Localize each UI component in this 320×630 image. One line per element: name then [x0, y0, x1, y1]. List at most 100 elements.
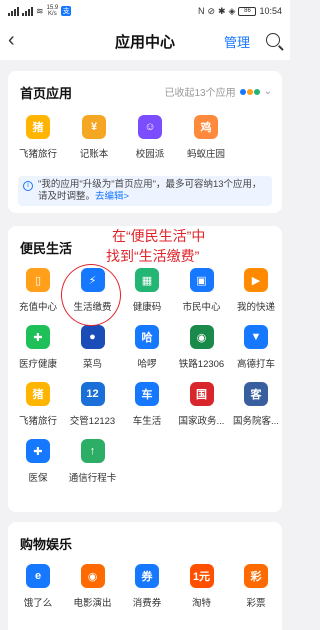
net-speed: 15.9 K/s: [46, 5, 59, 17]
app-label: 记账本: [79, 149, 109, 160]
chick-icon: 鸡: [194, 115, 218, 139]
collapsed-count: 已收起13个应用: [164, 88, 236, 99]
app-label: 蚂蚁庄园: [186, 149, 225, 160]
app-label: 交管12123: [69, 416, 116, 427]
app-label: 消费券: [132, 598, 162, 609]
app-label: 医疗健康: [18, 359, 57, 370]
collapsed-apps-toggle[interactable]: 已收起13个应用 ⌄: [164, 84, 272, 99]
app-item[interactable]: ▼ 高德打车: [228, 325, 284, 370]
app-label: 国家政务...: [178, 416, 225, 427]
app-label: 充值中心: [18, 302, 57, 313]
smile-icon: ☺: [138, 115, 162, 139]
railway-icon: ◉: [189, 325, 214, 349]
mute-icon: ⊘: [207, 5, 215, 16]
home-apps-card: 首页应用 已收起13个应用 ⌄ 猪飞猪旅行 ¥ 记账本 ☺ 校园派鸡蚂蚁庄园 i "我的…: [8, 71, 282, 213]
taote-icon: 1元: [189, 564, 214, 588]
chevron-down-icon: ⌄: [263, 86, 272, 97]
app-label: 电影演出: [73, 598, 112, 609]
app-item[interactable]: 车车生活: [119, 382, 175, 427]
app-item[interactable]: 国国家政务...: [174, 382, 230, 427]
app-item[interactable]: e 饿了么: [10, 564, 66, 609]
citizen-icon: ▣: [189, 268, 214, 292]
app-item[interactable]: 猪飞猪旅行: [10, 115, 66, 160]
app-item[interactable]: ▣ 市民中心: [174, 268, 230, 313]
app-item[interactable]: 哈哈啰: [119, 325, 175, 370]
app-item[interactable]: 彩彩票: [228, 564, 284, 609]
notice-text: "我的应用"升级为"首页应用"，最多可容纳13个应用，请及时调整。: [38, 179, 262, 202]
gov-icon: 国: [189, 382, 214, 406]
highlight-circle: [61, 264, 121, 326]
app-label: 彩票: [246, 598, 266, 609]
info-icon: i: [23, 181, 33, 191]
app-item[interactable]: ● 菜鸟: [65, 325, 121, 370]
header: ‹ 应用中心 管理: [0, 22, 290, 60]
shopping-card: 购物娱乐 e 饿了么 ◉ 电影演出券消费券 1元 淘特彩彩票: [8, 522, 282, 630]
battery-icon: 86: [238, 6, 257, 16]
app-item[interactable]: 1元淘特: [174, 564, 230, 609]
app-label: 车生活: [132, 416, 162, 427]
app-item[interactable]: ☺ 校园派: [122, 115, 178, 160]
app-item[interactable]: ¥ 记账本: [66, 115, 122, 160]
app-label: 飞猪旅行: [18, 416, 57, 427]
app-item[interactable]: 猪飞猪旅行: [10, 382, 66, 427]
insurance-icon: ✚: [26, 439, 50, 463]
traffic-icon: 12: [80, 382, 105, 406]
health-code-icon: ▦: [135, 268, 159, 292]
app-item[interactable]: 客国务院客...: [228, 382, 284, 427]
manage-button[interactable]: 管理: [224, 32, 250, 51]
app-label: 通信行程卡: [68, 473, 117, 484]
wifi-icon: ≋: [36, 5, 44, 16]
app-label: 健康码: [132, 302, 162, 313]
app-label: 国务院客...: [233, 416, 279, 427]
status-bar: ≋ 15.9 K/s 支 N ⊘ ✱ ◈ 86 10:54: [0, 0, 290, 22]
app-label: 高德打车: [236, 359, 275, 370]
app-item[interactable]: ◉ 电影演出: [65, 564, 121, 609]
convenience-card: 便民生活 ▯ 充值中心 ⚡ 生活缴费 ▦ 健康码 ▣ 市民中心 ▶ 我的快递 ✚ 医疗健康 ● 菜鸟哈哈啰…: [8, 226, 282, 512]
app-label: 校园派: [135, 149, 165, 160]
app-item[interactable]: 12 交管12123: [65, 382, 121, 427]
clock: 10:54: [259, 6, 282, 16]
amap-icon: ▼: [244, 325, 268, 349]
ledger-icon: ¥: [82, 115, 106, 139]
signal-icon: [8, 6, 19, 16]
app-label: 淘特: [191, 598, 211, 609]
app-label: 铁路12306: [178, 359, 225, 370]
car-icon: 车: [135, 382, 159, 406]
movie-icon: ◉: [80, 564, 105, 588]
app-item[interactable]: 鸡蚂蚁庄园: [178, 115, 234, 160]
search-icon[interactable]: [266, 33, 280, 47]
app-label: 飞猪旅行: [18, 149, 57, 160]
medical-icon: ✚: [26, 325, 50, 349]
app-item[interactable]: ◉ 铁路12306: [174, 325, 230, 370]
app-item[interactable]: ▶ 我的快递: [228, 268, 284, 313]
pig-icon: 猪: [26, 382, 50, 406]
shopping-title: 购物娱乐: [20, 537, 73, 552]
app-item[interactable]: ✚ 医保: [10, 439, 66, 484]
signal-icon: [22, 6, 33, 16]
app-label: 我的快递: [236, 302, 275, 313]
app-item[interactable]: ▦ 健康码: [119, 268, 175, 313]
app-item[interactable]: 券消费券: [119, 564, 175, 609]
app-notification-icon: 支: [61, 6, 72, 16]
upgrade-notice: i "我的应用"升级为"首页应用"，最多可容纳13个应用，请及时调整。去编辑>: [18, 176, 272, 206]
nfc-icon: N: [197, 6, 205, 16]
app-label: 饿了么: [23, 598, 53, 609]
trip-card-icon: ↑: [80, 439, 105, 463]
pig-icon: 猪: [26, 115, 50, 139]
edit-link[interactable]: 去编辑>: [95, 191, 129, 202]
state-council-icon: 客: [244, 382, 268, 406]
status-left: ≋ 15.9 K/s 支: [8, 5, 72, 17]
eleme-icon: e: [26, 564, 50, 588]
app-label: 哈啰: [137, 359, 157, 370]
coupon-icon: 券: [135, 564, 159, 588]
app-item[interactable]: ✚ 医疗健康: [10, 325, 66, 370]
phone-icon: ▯: [26, 268, 50, 292]
bluetooth-icon: ✱: [218, 5, 226, 16]
annotation-line-1: 在“便民生活”中: [112, 228, 206, 244]
app-item[interactable]: ▯ 充值中心: [10, 268, 66, 313]
app-label: 医保: [28, 473, 48, 484]
app-label: 市民中心: [182, 302, 221, 313]
annotation-line-2: 找到“生活缴费”: [106, 248, 200, 264]
app-item[interactable]: ↑ 通信行程卡: [65, 439, 121, 484]
truck-icon: ▶: [244, 268, 268, 292]
